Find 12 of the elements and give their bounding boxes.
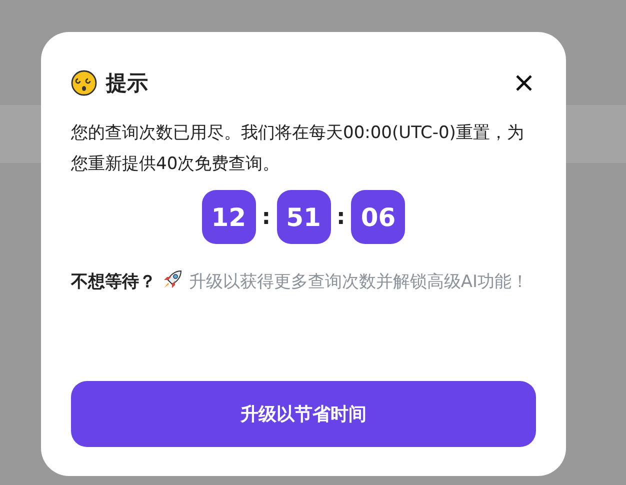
prompt-text: 不想等待？ bbox=[71, 272, 156, 292]
rocket-icon bbox=[161, 269, 184, 291]
countdown-digit: 12 bbox=[202, 190, 256, 244]
time-separator: : bbox=[262, 204, 270, 230]
dizzy-face-icon bbox=[71, 70, 97, 96]
message-text: 您的查询次数已用尽。我们将在每天00:00(UTC-0)重置，为您重新提供40次免费查询。 bbox=[71, 122, 525, 176]
time-separator: : bbox=[336, 204, 346, 230]
dialog-title: 提示 bbox=[106, 70, 148, 97]
upgrade-button[interactable]: 升级以节省时间 bbox=[71, 381, 536, 447]
countdown-digit: 06 bbox=[351, 190, 406, 244]
upsell-text: 升级以获得更多查询次数并解锁高级AI功能！ bbox=[188, 272, 528, 292]
countdown-digit: 51 bbox=[276, 190, 330, 244]
